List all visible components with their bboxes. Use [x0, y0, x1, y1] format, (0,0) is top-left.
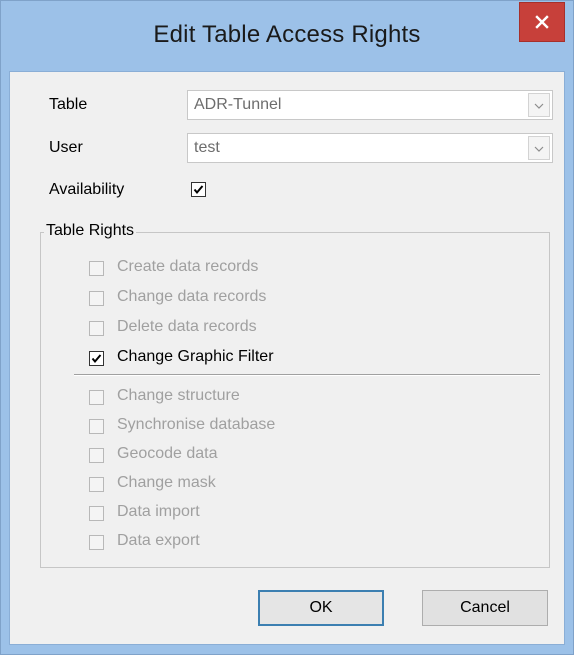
chevron-down-icon	[534, 139, 544, 157]
checkmark-icon	[193, 185, 204, 195]
change-graphic-filter-checkbox[interactable]	[89, 351, 104, 366]
table-combobox-value: ADR-Tunnel	[194, 96, 282, 113]
dialog-window: Edit Table Access Rights Table ADR-Tunne…	[0, 0, 574, 655]
availability-checkbox[interactable]	[191, 182, 206, 197]
change-records-label: Change data records	[117, 288, 267, 305]
change-mask-checkbox[interactable]	[89, 477, 104, 492]
data-import-checkbox[interactable]	[89, 506, 104, 521]
user-dropdown-button[interactable]	[528, 136, 550, 160]
change-mask-label: Change mask	[117, 474, 216, 491]
close-button[interactable]	[519, 2, 565, 42]
table-label: Table	[49, 96, 88, 113]
availability-label: Availability	[49, 181, 125, 198]
data-export-checkbox[interactable]	[89, 535, 104, 550]
create-records-checkbox[interactable]	[89, 261, 104, 276]
change-structure-checkbox[interactable]	[89, 390, 104, 405]
synchronise-database-label: Synchronise database	[117, 416, 276, 433]
table-rights-legend: Table Rights	[44, 222, 137, 240]
geocode-data-label: Geocode data	[117, 445, 218, 462]
title-bar[interactable]: Edit Table Access Rights	[1, 1, 573, 71]
dialog-title: Edit Table Access Rights	[153, 21, 421, 48]
user-label: User	[49, 139, 83, 156]
user-combobox[interactable]: test	[187, 133, 553, 163]
delete-records-checkbox[interactable]	[89, 321, 104, 336]
close-icon	[535, 15, 549, 29]
change-graphic-filter-label: Change Graphic Filter	[117, 348, 274, 365]
geocode-data-checkbox[interactable]	[89, 448, 104, 463]
table-dropdown-button[interactable]	[528, 93, 550, 117]
dialog-body: Table ADR-Tunnel User test Availability	[9, 71, 565, 645]
checkmark-icon	[91, 354, 102, 364]
table-combobox[interactable]: ADR-Tunnel	[187, 90, 553, 120]
change-structure-label: Change structure	[117, 387, 240, 404]
create-records-label: Create data records	[117, 258, 259, 275]
change-records-checkbox[interactable]	[89, 291, 104, 306]
cancel-button[interactable]: Cancel	[422, 590, 548, 626]
user-combobox-value: test	[194, 139, 220, 156]
data-export-label: Data export	[117, 532, 200, 549]
data-import-label: Data import	[117, 503, 200, 520]
synchronise-database-checkbox[interactable]	[89, 419, 104, 434]
delete-records-label: Delete data records	[117, 318, 257, 335]
group-separator	[74, 374, 540, 376]
chevron-down-icon	[534, 96, 544, 114]
ok-button[interactable]: OK	[258, 590, 384, 626]
